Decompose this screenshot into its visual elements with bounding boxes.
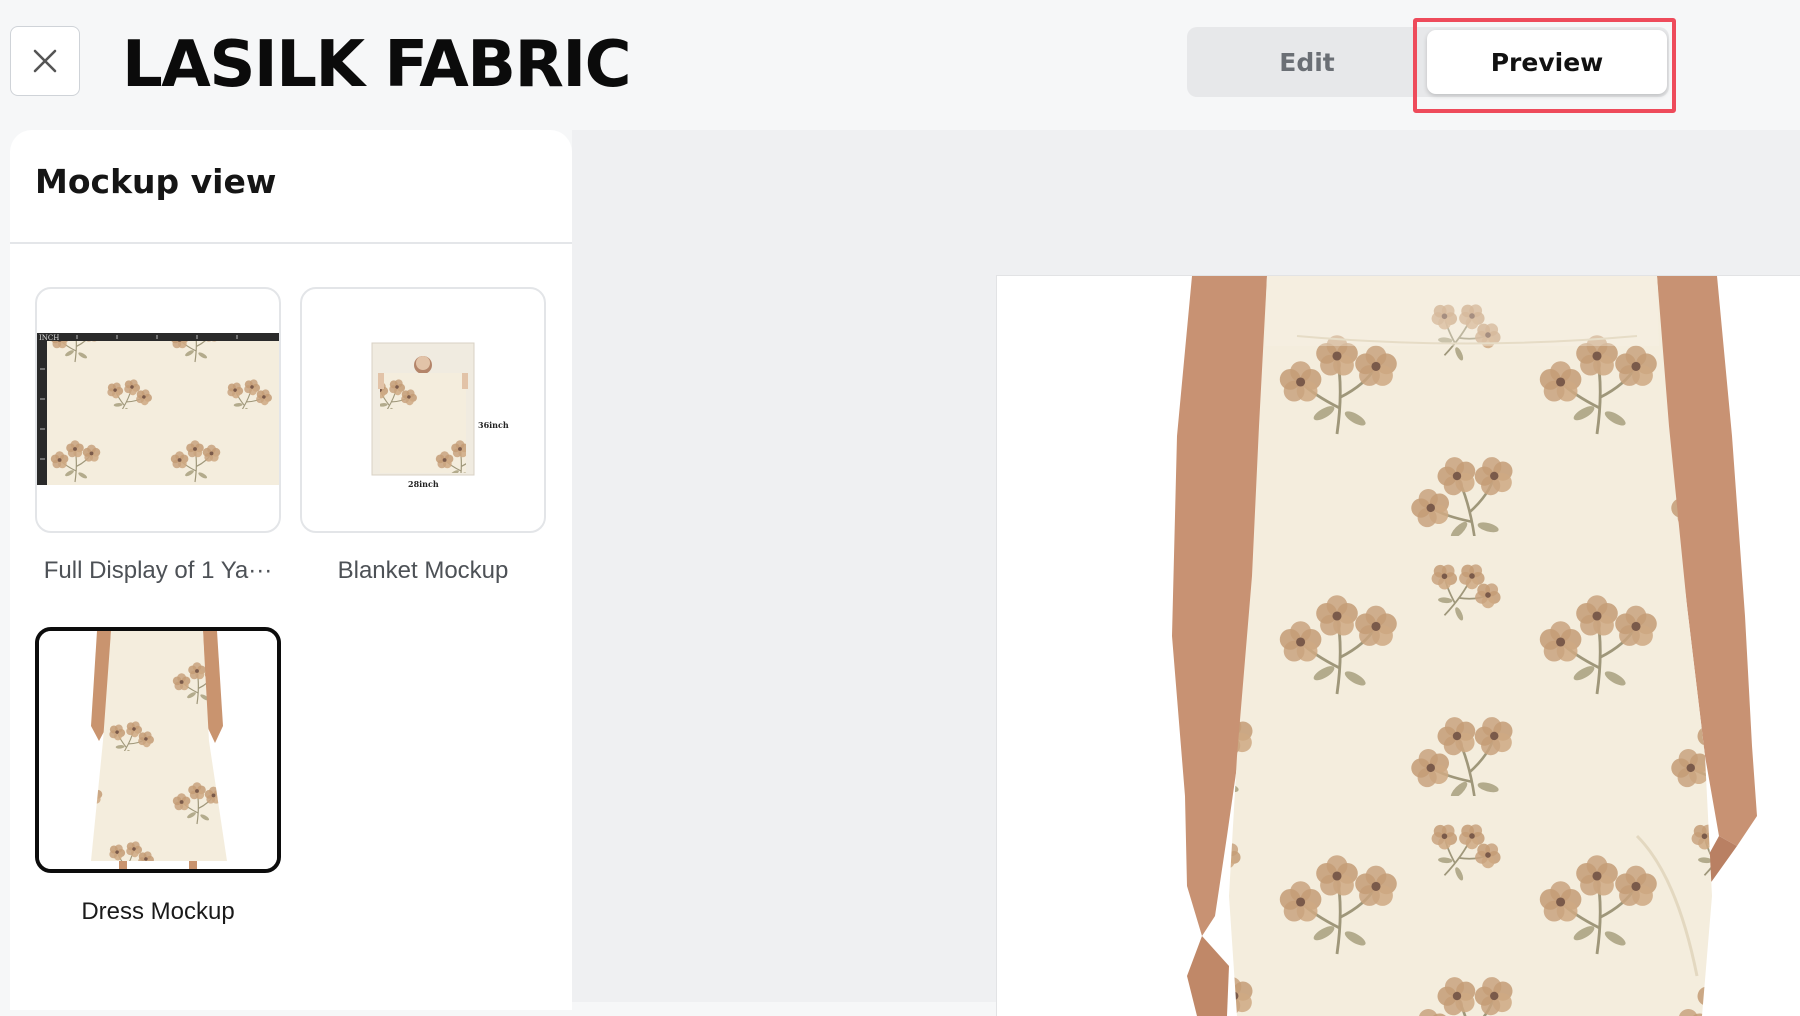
blanket-thumbnail: 36inch 28inch: [371, 342, 509, 489]
close-icon: [33, 49, 57, 73]
dress-thumbnail: [39, 631, 277, 869]
sidebar-divider: [10, 242, 572, 244]
tab-preview[interactable]: Preview: [1427, 30, 1667, 94]
blanket-height-label: 36inch: [478, 420, 509, 430]
mockup-card-dress[interactable]: [35, 627, 281, 873]
blanket-width-label: 28inch: [408, 479, 439, 489]
edit-preview-toggle: Edit Preview: [1187, 27, 1669, 97]
mockup-card-blanket[interactable]: 36inch 28inch: [300, 287, 546, 533]
dress-preview-image: [996, 275, 1800, 1016]
page-title: LASILK FABRIC: [122, 28, 632, 102]
full-display-thumbnail: INCH: [37, 333, 279, 485]
mockup-label-blanket: Blanket Mockup: [337, 557, 509, 584]
ruler-label: INCH: [39, 334, 59, 342]
mockup-label-full-display: Full Display of 1 Ya···: [43, 557, 273, 584]
close-button[interactable]: [10, 26, 80, 96]
mockup-card-full-display[interactable]: INCH: [35, 287, 281, 533]
preview-canvas: [572, 130, 1800, 1016]
top-bar: LASILK FABRIC Edit Preview: [0, 0, 1800, 130]
mockup-label-dress: Dress Mockup: [81, 898, 235, 925]
tab-edit[interactable]: Edit: [1187, 27, 1427, 97]
mockup-sidebar: Mockup view INCH Full Display of 1 Ya···: [10, 130, 572, 1010]
sidebar-title: Mockup view: [35, 162, 277, 201]
